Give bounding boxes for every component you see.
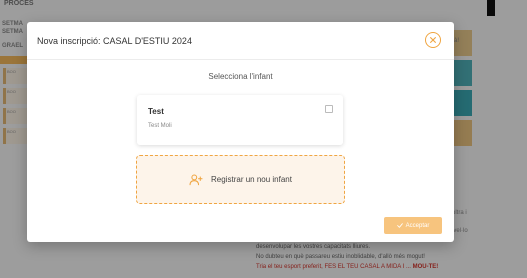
child-card[interactable]: Test Test Moli (137, 95, 343, 145)
register-child-label: Registrar un nou infant (211, 175, 292, 184)
child-name: Test (148, 107, 164, 116)
close-button[interactable] (425, 32, 441, 48)
enrollment-modal: Nova inscripció: CASAL D'ESTIU 2024 Sele… (27, 22, 454, 242)
accept-label: Acceptar (405, 222, 430, 229)
add-user-icon (189, 174, 203, 185)
child-subtitle: Test Moli (148, 123, 172, 129)
register-child-button[interactable]: Registrar un nou infant (136, 155, 345, 204)
modal-divider (27, 59, 454, 60)
accept-button[interactable]: Acceptar (384, 217, 442, 234)
select-child-heading: Selecciona l'infant (208, 72, 273, 81)
modal-title: Nova inscripció: CASAL D'ESTIU 2024 (37, 36, 192, 46)
child-checkbox[interactable] (325, 105, 333, 113)
close-icon (430, 37, 436, 43)
check-icon (396, 223, 403, 228)
